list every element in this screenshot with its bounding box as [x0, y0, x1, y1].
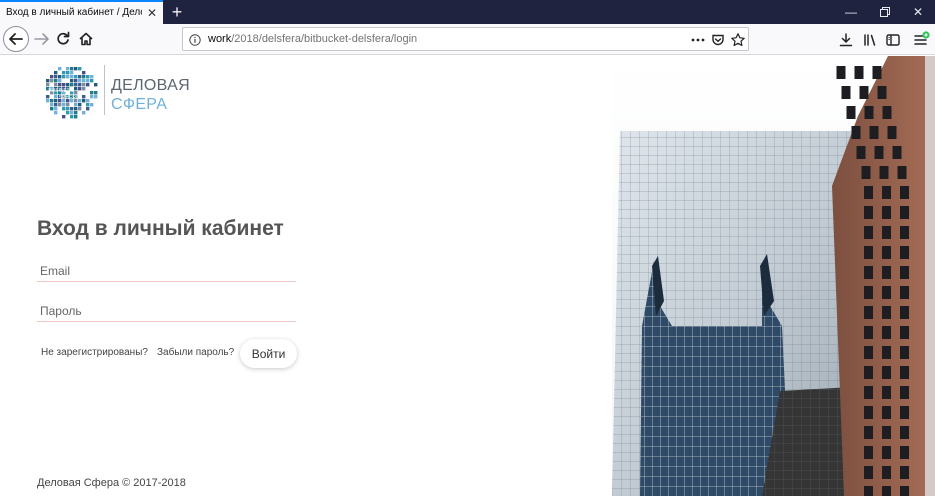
tab-close-icon[interactable]: ✕: [145, 5, 159, 21]
email-input[interactable]: [37, 260, 296, 282]
library-icon[interactable]: [861, 31, 879, 49]
register-link[interactable]: Не зарегистрированы?: [41, 347, 148, 358]
url-text: work/2018/delsfera/bitbucket-delsfera/lo…: [208, 33, 417, 45]
navigation-toolbar: work/2018/delsfera/bitbucket-delsfera/lo…: [0, 24, 935, 55]
address-bar[interactable]: work/2018/delsfera/bitbucket-delsfera/lo…: [182, 27, 749, 51]
home-icon[interactable]: [74, 27, 98, 51]
new-tab-plus-icon[interactable]: +: [167, 1, 187, 23]
hamburger-menu-icon[interactable]: [912, 31, 930, 49]
page-content: BUSINESS SPHERE ДЕЛОВАЯ СФЕРА Вход в лич…: [0, 56, 935, 496]
logo-badge-line1: BUSINESS: [48, 88, 74, 94]
restore-window-icon[interactable]: [870, 0, 900, 24]
logo-divider: [104, 65, 105, 115]
url-path: /2018/delsfera/bitbucket-delsfera/login: [231, 33, 418, 45]
logo-pixel-globe-icon: BUSINESS SPHERE: [46, 67, 98, 119]
logo-badge-line2: SPHERE: [59, 95, 80, 101]
browser-titlebar: Вход в личный кабинет / Деловая ✕ + — ✕: [0, 0, 935, 24]
back-arrow-icon[interactable]: [3, 26, 29, 52]
footer-copyright: Деловая Сфера © 2017-2018: [37, 477, 186, 489]
download-icon[interactable]: [837, 31, 855, 49]
pocket-icon[interactable]: [710, 32, 726, 48]
star-icon[interactable]: [730, 32, 746, 48]
logo-text-line1: ДЕЛОВАЯ: [111, 77, 190, 94]
browser-tab-active[interactable]: Вход в личный кабинет / Деловая ✕: [0, 0, 163, 24]
url-host: work: [208, 33, 232, 45]
login-submit-button[interactable]: Войти: [240, 339, 297, 368]
more-dots-icon[interactable]: [690, 32, 706, 48]
minimize-window-icon[interactable]: —: [836, 0, 866, 24]
password-input[interactable]: [37, 300, 296, 322]
reload-icon[interactable]: [51, 27, 75, 51]
close-window-icon[interactable]: ✕: [903, 0, 933, 24]
site-info-icon[interactable]: [189, 33, 201, 46]
sidebar-icon[interactable]: [884, 31, 902, 49]
hero-skyscraper-image: [612, 56, 935, 496]
tab-title: Вход в личный кабинет / Деловая: [6, 7, 142, 18]
forgot-password-link[interactable]: Забыли пароль?: [157, 347, 234, 358]
logo-text-line2: СФЕРА: [111, 96, 168, 113]
login-title: Вход в личный кабинет: [37, 217, 284, 240]
company-logo[interactable]: BUSINESS SPHERE ДЕЛОВАЯ СФЕРА: [40, 61, 210, 119]
